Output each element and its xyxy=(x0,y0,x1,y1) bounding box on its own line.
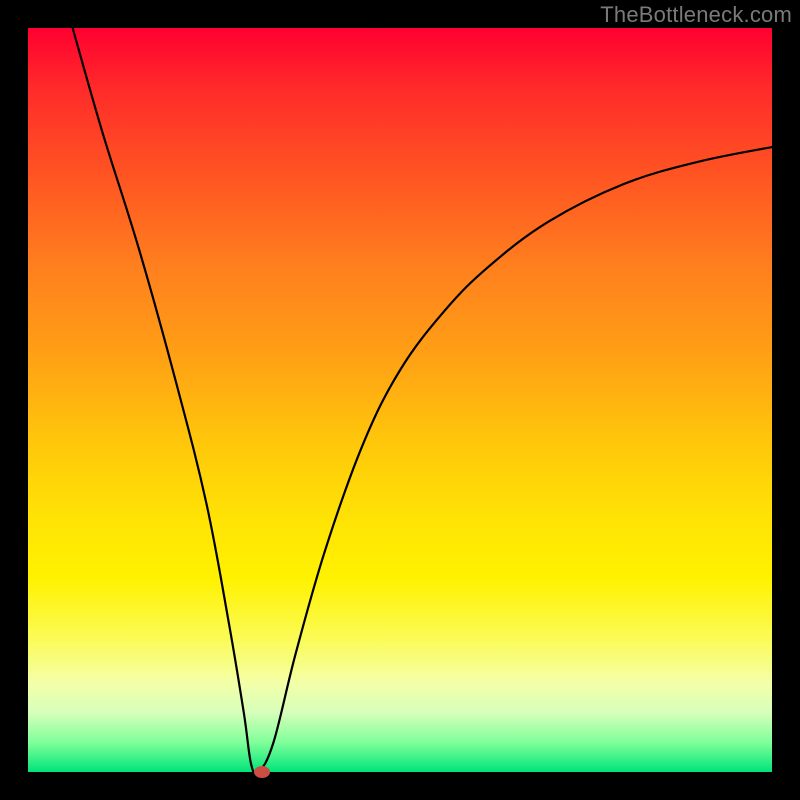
optimal-point-marker xyxy=(254,766,270,778)
bottleneck-curve xyxy=(28,28,772,772)
chart-plot-area xyxy=(28,28,772,772)
curve-path xyxy=(73,28,772,774)
watermark-text: TheBottleneck.com xyxy=(600,2,792,28)
